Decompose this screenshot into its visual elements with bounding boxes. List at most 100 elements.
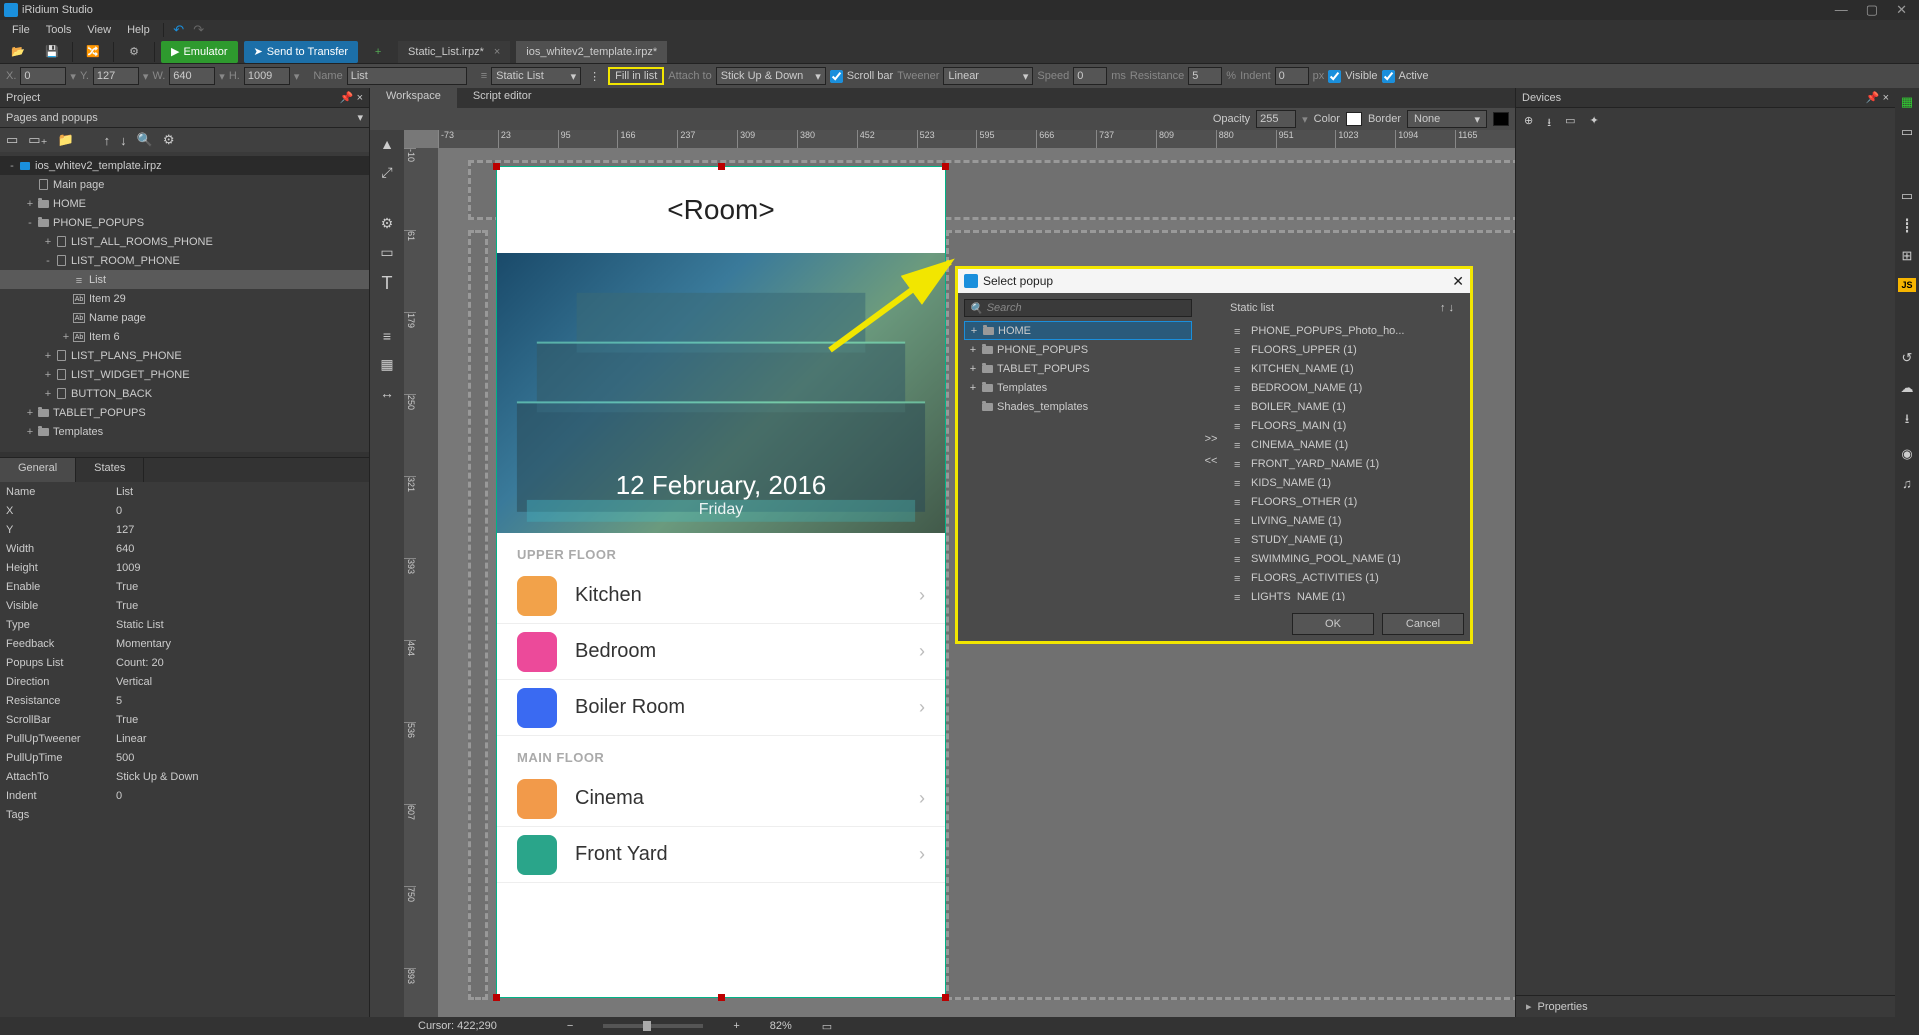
prop-row[interactable]: DirectionVertical [0,672,369,691]
close-panel-icon[interactable]: × [357,92,363,104]
tree-node[interactable]: Main page [0,175,369,194]
zoom-in-icon[interactable]: + [733,1020,739,1032]
tree-node[interactable]: -LIST_ROOM_PHONE [0,251,369,270]
prop-row[interactable]: Tags [0,805,369,824]
prop-row[interactable]: AttachToStick Up & Down [0,767,369,786]
sort-up-icon[interactable]: ↑ [1440,302,1446,314]
tree-node[interactable]: +LIST_ALL_ROOMS_PHONE [0,232,369,251]
room-row[interactable]: Boiler Room› [497,680,945,736]
tab-general[interactable]: General [0,458,76,482]
open-icon[interactable]: 📂 [4,41,32,63]
active-checkbox[interactable] [1382,70,1395,83]
prop-row[interactable]: Y127 [0,520,369,539]
rail-icon-7[interactable]: ☁ [1901,380,1914,396]
gear-icon[interactable]: ⚙ [163,132,175,148]
indent-input[interactable] [1275,67,1309,85]
tab-workspace[interactable]: Workspace [370,88,457,108]
prop-row[interactable]: VisibleTrue [0,596,369,615]
properties-section[interactable]: ▸Properties [1516,995,1895,1017]
speed-input[interactable] [1073,67,1107,85]
rail-icon-8[interactable]: ⭳ [1905,410,1910,432]
tree-node[interactable]: +HOME [0,194,369,213]
tree-node[interactable]: AbItem 29 [0,289,369,308]
room-row[interactable]: Front Yard› [497,827,945,883]
dialog-list-item[interactable]: KITCHEN_NAME (1) [1230,359,1464,378]
close-panel-icon[interactable]: × [1883,92,1889,104]
tree-node[interactable]: AbName page [0,308,369,327]
rail-music-icon[interactable]: ♫ [1902,476,1912,491]
tree-node[interactable]: List [0,270,369,289]
move-down-icon[interactable]: ↓ [120,133,127,148]
tree-node[interactable]: -ios_whitev2_template.irpz [0,156,369,175]
pin-icon[interactable]: 📌 [340,92,354,104]
resistance-input[interactable] [1188,67,1222,85]
rail-icon-2[interactable]: ▭ [1901,124,1913,140]
prop-row[interactable]: TypeStatic List [0,615,369,634]
border-color-swatch[interactable] [1493,112,1509,126]
dialog-list-item[interactable]: LIVING_NAME (1) [1230,511,1464,530]
color-swatch[interactable] [1346,112,1362,126]
opacity-input[interactable] [1256,110,1296,128]
window-close-icon[interactable]: ✕ [1896,2,1907,18]
align-tool-icon[interactable]: ≡ [383,328,391,344]
download-icon[interactable]: ⭳ [1547,114,1551,133]
pin-icon[interactable]: 📌 [1866,92,1880,104]
rail-icon-6[interactable]: ↺ [1902,350,1913,366]
grid-tool-icon[interactable]: ▦ [380,356,393,373]
dialog-tree-node[interactable]: +Templates [964,378,1192,397]
fit-screen-icon[interactable]: ▭ [822,1020,832,1033]
h-input[interactable] [244,67,290,85]
tree-node[interactable]: +BUTTON_BACK [0,384,369,403]
search-icon[interactable]: 🔍 [137,132,153,148]
prop-row[interactable]: ScrollBarTrue [0,710,369,729]
prop-row[interactable]: Width640 [0,539,369,558]
dialog-tree-node[interactable]: +PHONE_POPUPS [964,340,1192,359]
move-right-button[interactable]: >> [1205,433,1218,445]
dialog-tree-node[interactable]: +HOME [964,321,1192,340]
prop-row[interactable]: EnableTrue [0,577,369,596]
window-maximize-icon[interactable]: ▢ [1866,2,1878,18]
rail-js-icon[interactable]: JS [1898,278,1916,292]
rail-icon-3[interactable]: ▭ [1901,188,1913,204]
project-tree[interactable]: -ios_whitev2_template.irpzMain page+HOME… [0,152,369,452]
sort-down-icon[interactable]: ↓ [1449,302,1455,314]
prop-row[interactable]: Indent0 [0,786,369,805]
scrollbar-checkbox[interactable] [830,70,843,83]
dialog-list-item[interactable]: PHONE_POPUPS_Photo_ho... [1230,321,1464,340]
dialog-list-item[interactable]: FLOORS_ACTIVITIES (1) [1230,568,1464,587]
name-input[interactable] [347,67,467,85]
dialog-list-item[interactable]: BEDROOM_NAME (1) [1230,378,1464,397]
doc-tab-1[interactable]: Static_List.irpz*× [398,41,510,63]
room-row[interactable]: Bedroom› [497,624,945,680]
device-preview[interactable]: <Room> 12 February, 2016 Friday [496,166,946,998]
visible-checkbox[interactable] [1328,70,1341,83]
tweener-combo[interactable]: Linear▾ [943,67,1033,85]
new-popup-icon[interactable]: ▭₊ [28,132,47,148]
dialog-search-input[interactable]: 🔍 Search [964,299,1192,317]
magic-icon[interactable]: ✦ [1589,114,1598,133]
prop-row[interactable]: Resistance5 [0,691,369,710]
tab-states[interactable]: States [76,458,144,482]
dialog-tree-node[interactable]: Shades_templates [964,397,1192,416]
window-minimize-icon[interactable]: — [1835,2,1848,18]
undo-icon[interactable]: ↶ [171,22,187,38]
dialog-right-list[interactable]: PHONE_POPUPS_Photo_ho...FLOORS_UPPER (1)… [1230,321,1464,601]
tree-node[interactable]: +LIST_WIDGET_PHONE [0,365,369,384]
room-row[interactable]: Kitchen› [497,568,945,624]
dialog-list-item[interactable]: FLOORS_UPPER (1) [1230,340,1464,359]
dialog-list-item[interactable]: STUDY_NAME (1) [1230,530,1464,549]
emulator-button[interactable]: ▶ Emulator [161,41,238,63]
dialog-list-item[interactable]: FLOORS_OTHER (1) [1230,492,1464,511]
save-icon[interactable]: 💾 [38,41,66,63]
menu-tools[interactable]: Tools [40,22,78,38]
attach-combo[interactable]: Stick Up & Down▾ [716,67,826,85]
share-icon[interactable]: 🔀 [79,41,107,63]
border-combo[interactable]: None▾ [1407,110,1487,128]
pages-popups-header[interactable]: Pages and popups▾ [0,108,369,128]
dialog-list-item[interactable]: SWIMMING_POOL_NAME (1) [1230,549,1464,568]
move-left-button[interactable]: << [1205,455,1218,467]
add-device-icon[interactable]: ⊕ [1524,114,1533,133]
prop-row[interactable]: Height1009 [0,558,369,577]
room-row[interactable]: Cinema› [497,771,945,827]
gear-tool-icon[interactable]: ⚙ [381,215,394,232]
